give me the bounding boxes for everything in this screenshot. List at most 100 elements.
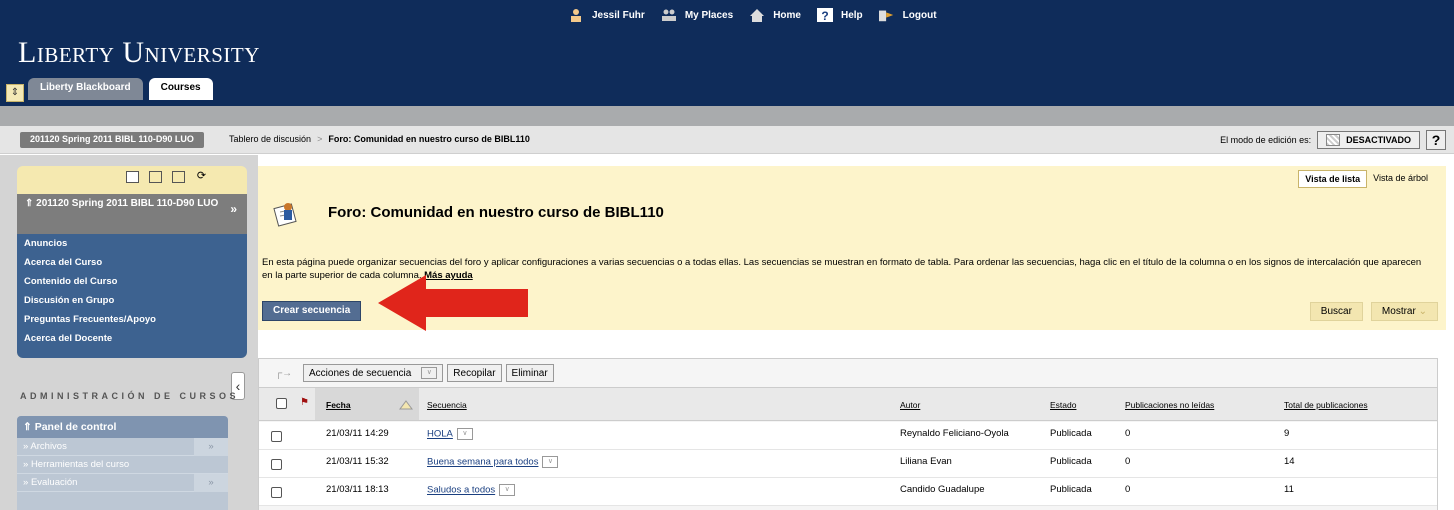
cell-no-leidas: 0: [1125, 456, 1131, 467]
table-row: 21/03/11 18:13 Saludos a todos ∨ Candido …: [259, 478, 1437, 506]
column-header-no-leidas[interactable]: Publicaciones no leídas: [1125, 400, 1214, 410]
university-logo: Liberty University: [18, 36, 260, 69]
tab-expand-icon[interactable]: ⇕: [6, 84, 24, 102]
cell-estado: Publicada: [1050, 484, 1092, 495]
column-header-fecha[interactable]: Fecha: [326, 400, 351, 410]
user-link[interactable]: Jessil Fuhr: [568, 8, 645, 22]
sidebar-item-anuncios[interactable]: Anuncios: [17, 234, 247, 253]
list-view-icon[interactable]: [126, 171, 139, 183]
row-checkbox[interactable]: [271, 431, 282, 442]
delete-button[interactable]: Eliminar: [505, 364, 554, 382]
course-menu-header[interactable]: ⇑ 201120 Spring 2011 BIBL 110-D90 LUO »: [17, 194, 247, 234]
flag-icon[interactable]: ⚑: [300, 397, 309, 408]
sidebar-item-preguntas[interactable]: Preguntas Frecuentes/Apoyo: [17, 310, 247, 329]
panel-item-archivos[interactable]: » Archivos»: [17, 438, 228, 456]
logout-icon: [878, 10, 893, 22]
column-header-secuencia[interactable]: Secuencia: [427, 400, 467, 410]
show-button[interactable]: Mostrar ⌄: [1370, 302, 1438, 321]
row-checkbox[interactable]: [271, 459, 282, 470]
thread-link[interactable]: Buena semana para todos: [427, 457, 538, 468]
column-header-autor[interactable]: Autor: [900, 400, 920, 410]
column-header-estado[interactable]: Estado: [1050, 400, 1076, 410]
top-banner: Jessil Fuhr My Places Home ? Help Logout…: [0, 0, 1454, 106]
tab-tree-view[interactable]: Vista de árbol: [1367, 170, 1434, 188]
tab-list-view[interactable]: Vista de lista: [1298, 170, 1368, 188]
control-panel-header[interactable]: ⇑ Panel de control: [17, 416, 228, 438]
breadcrumb-trail: Tablero de discusión > Foro: Comunidad e…: [229, 134, 530, 144]
breadcrumb-discussion-board[interactable]: Tablero de discusión: [229, 134, 311, 144]
admin-title: ADMINISTRACIÓN DE CURSOS: [20, 391, 240, 401]
course-menu-list: Anuncios Acerca del Curso Contenido del …: [17, 234, 247, 358]
menu-view-icons: ⟳: [87, 166, 247, 190]
cell-estado: Publicada: [1050, 428, 1092, 439]
cell-secuencia: Buena semana para todos ∨: [427, 456, 559, 468]
cell-total: 11: [1284, 484, 1294, 495]
search-button[interactable]: Buscar: [1309, 302, 1363, 321]
control-panel: ⇑ Panel de control » Archivos » » Herrami…: [17, 416, 228, 510]
user-icon: [571, 9, 581, 22]
chevron-down-icon[interactable]: ∨: [499, 484, 516, 496]
cell-secuencia: HOLA ∨: [427, 428, 473, 440]
refresh-icon[interactable]: ⟳: [195, 171, 208, 183]
page-help-button[interactable]: ?: [1426, 130, 1446, 150]
panel-item-label: Archivos: [30, 441, 67, 452]
threads-table: ┌→ Acciones de secuencia ∨ Recopilar Elim…: [258, 358, 1438, 510]
chevron-down-icon: ⌄: [1418, 306, 1427, 317]
edit-mode: El modo de edición es: DESACTIVADO ?: [1220, 130, 1446, 150]
logout-link[interactable]: Logout: [878, 8, 937, 22]
red-arrow-annotation: [378, 275, 528, 331]
tab-liberty-blackboard[interactable]: Liberty Blackboard: [28, 78, 143, 100]
window-view-icon[interactable]: [172, 171, 185, 183]
expand-icon[interactable]: »: [194, 474, 228, 492]
cell-fecha: 21/03/11 18:13: [326, 484, 389, 495]
collapse-up-icon: ⇑: [25, 198, 37, 209]
column-header-total[interactable]: Total de publicaciones: [1284, 400, 1368, 410]
chevron-down-icon[interactable]: ∨: [456, 428, 473, 440]
cell-no-leidas: 0: [1125, 428, 1131, 439]
top-links: Jessil Fuhr My Places Home ? Help Logout: [568, 8, 937, 22]
sidebar-item-docente[interactable]: Acerca del Docente: [17, 329, 247, 348]
collect-button[interactable]: Recopilar: [447, 364, 502, 382]
toggle-switch-icon: [1326, 134, 1341, 146]
cell-autor: Reynaldo Feliciano-Oyola: [900, 428, 1009, 439]
course-menu-arrow[interactable]: »: [230, 202, 237, 216]
cell-autor: Liliana Evan: [900, 456, 952, 467]
bracket-arrow-icon: ┌→: [275, 367, 293, 379]
sidebar-item-acerca-curso[interactable]: Acerca del Curso: [17, 253, 247, 272]
chevron-down-icon[interactable]: ∨: [542, 456, 559, 468]
help-icon: ?: [816, 8, 833, 22]
table-header: ⚑ Fecha Secuencia Autor Estado Publicaci…: [259, 387, 1437, 421]
cell-total: 9: [1284, 428, 1290, 439]
home-link[interactable]: Home: [749, 8, 801, 22]
thread-link[interactable]: HOLA: [427, 429, 453, 440]
panel-item-label: Evaluación: [30, 477, 78, 488]
help-link[interactable]: ? Help: [816, 8, 863, 22]
course-pill[interactable]: 201120 Spring 2011 BIBL 110-D90 LUO: [20, 132, 204, 148]
show-label: Mostrar: [1381, 306, 1416, 317]
thread-actions-button[interactable]: Acciones de secuencia ∨: [303, 364, 444, 382]
cell-fecha: 21/03/11 15:32: [326, 456, 389, 467]
view-toggle: Vista de lista Vista de árbol: [1298, 170, 1434, 188]
create-thread-button[interactable]: Crear secuencia: [262, 301, 362, 321]
sidebar-item-contenido[interactable]: Contenido del Curso: [17, 272, 247, 291]
tab-courses[interactable]: Courses: [148, 78, 213, 100]
my-places-link[interactable]: My Places: [661, 8, 733, 22]
gray-strip: [0, 106, 1454, 126]
edit-mode-label: El modo de edición es:: [1220, 135, 1312, 145]
cell-estado: Publicada: [1050, 456, 1092, 467]
sort-ascending-icon[interactable]: [399, 400, 413, 410]
expand-icon[interactable]: »: [194, 438, 228, 456]
select-all-checkbox[interactable]: [276, 398, 287, 409]
folder-view-icon[interactable]: [149, 171, 162, 183]
panel-item-herramientas[interactable]: » Herramientas del curso: [17, 456, 228, 474]
edit-mode-value: DESACTIVADO: [1346, 135, 1411, 145]
thread-link[interactable]: Saludos a todos: [427, 485, 495, 496]
row-checkbox[interactable]: [271, 487, 282, 498]
breadcrumb: 201120 Spring 2011 BIBL 110-D90 LUO Tabl…: [0, 126, 1454, 154]
cell-no-leidas: 0: [1125, 484, 1131, 495]
user-name: Jessil Fuhr: [592, 9, 645, 21]
edit-mode-toggle[interactable]: DESACTIVADO: [1317, 131, 1420, 149]
cell-secuencia: Saludos a todos ∨: [427, 484, 516, 496]
sidebar-item-discusion[interactable]: Discusión en Grupo: [17, 291, 247, 310]
panel-item-evaluacion[interactable]: » Evaluación»: [17, 474, 228, 492]
